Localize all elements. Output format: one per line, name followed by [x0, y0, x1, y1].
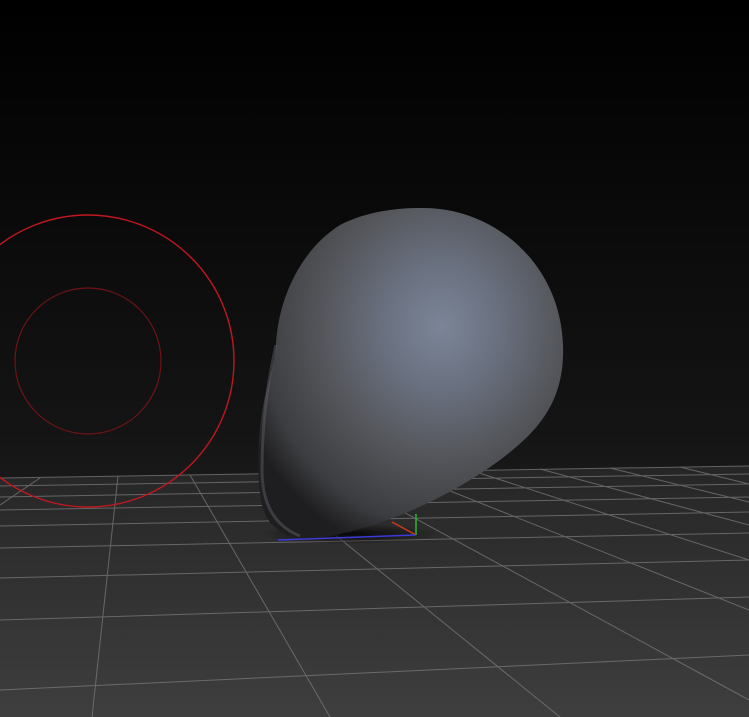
viewport-canvas[interactable] — [0, 0, 749, 717]
3d-viewport[interactable] — [0, 0, 749, 717]
